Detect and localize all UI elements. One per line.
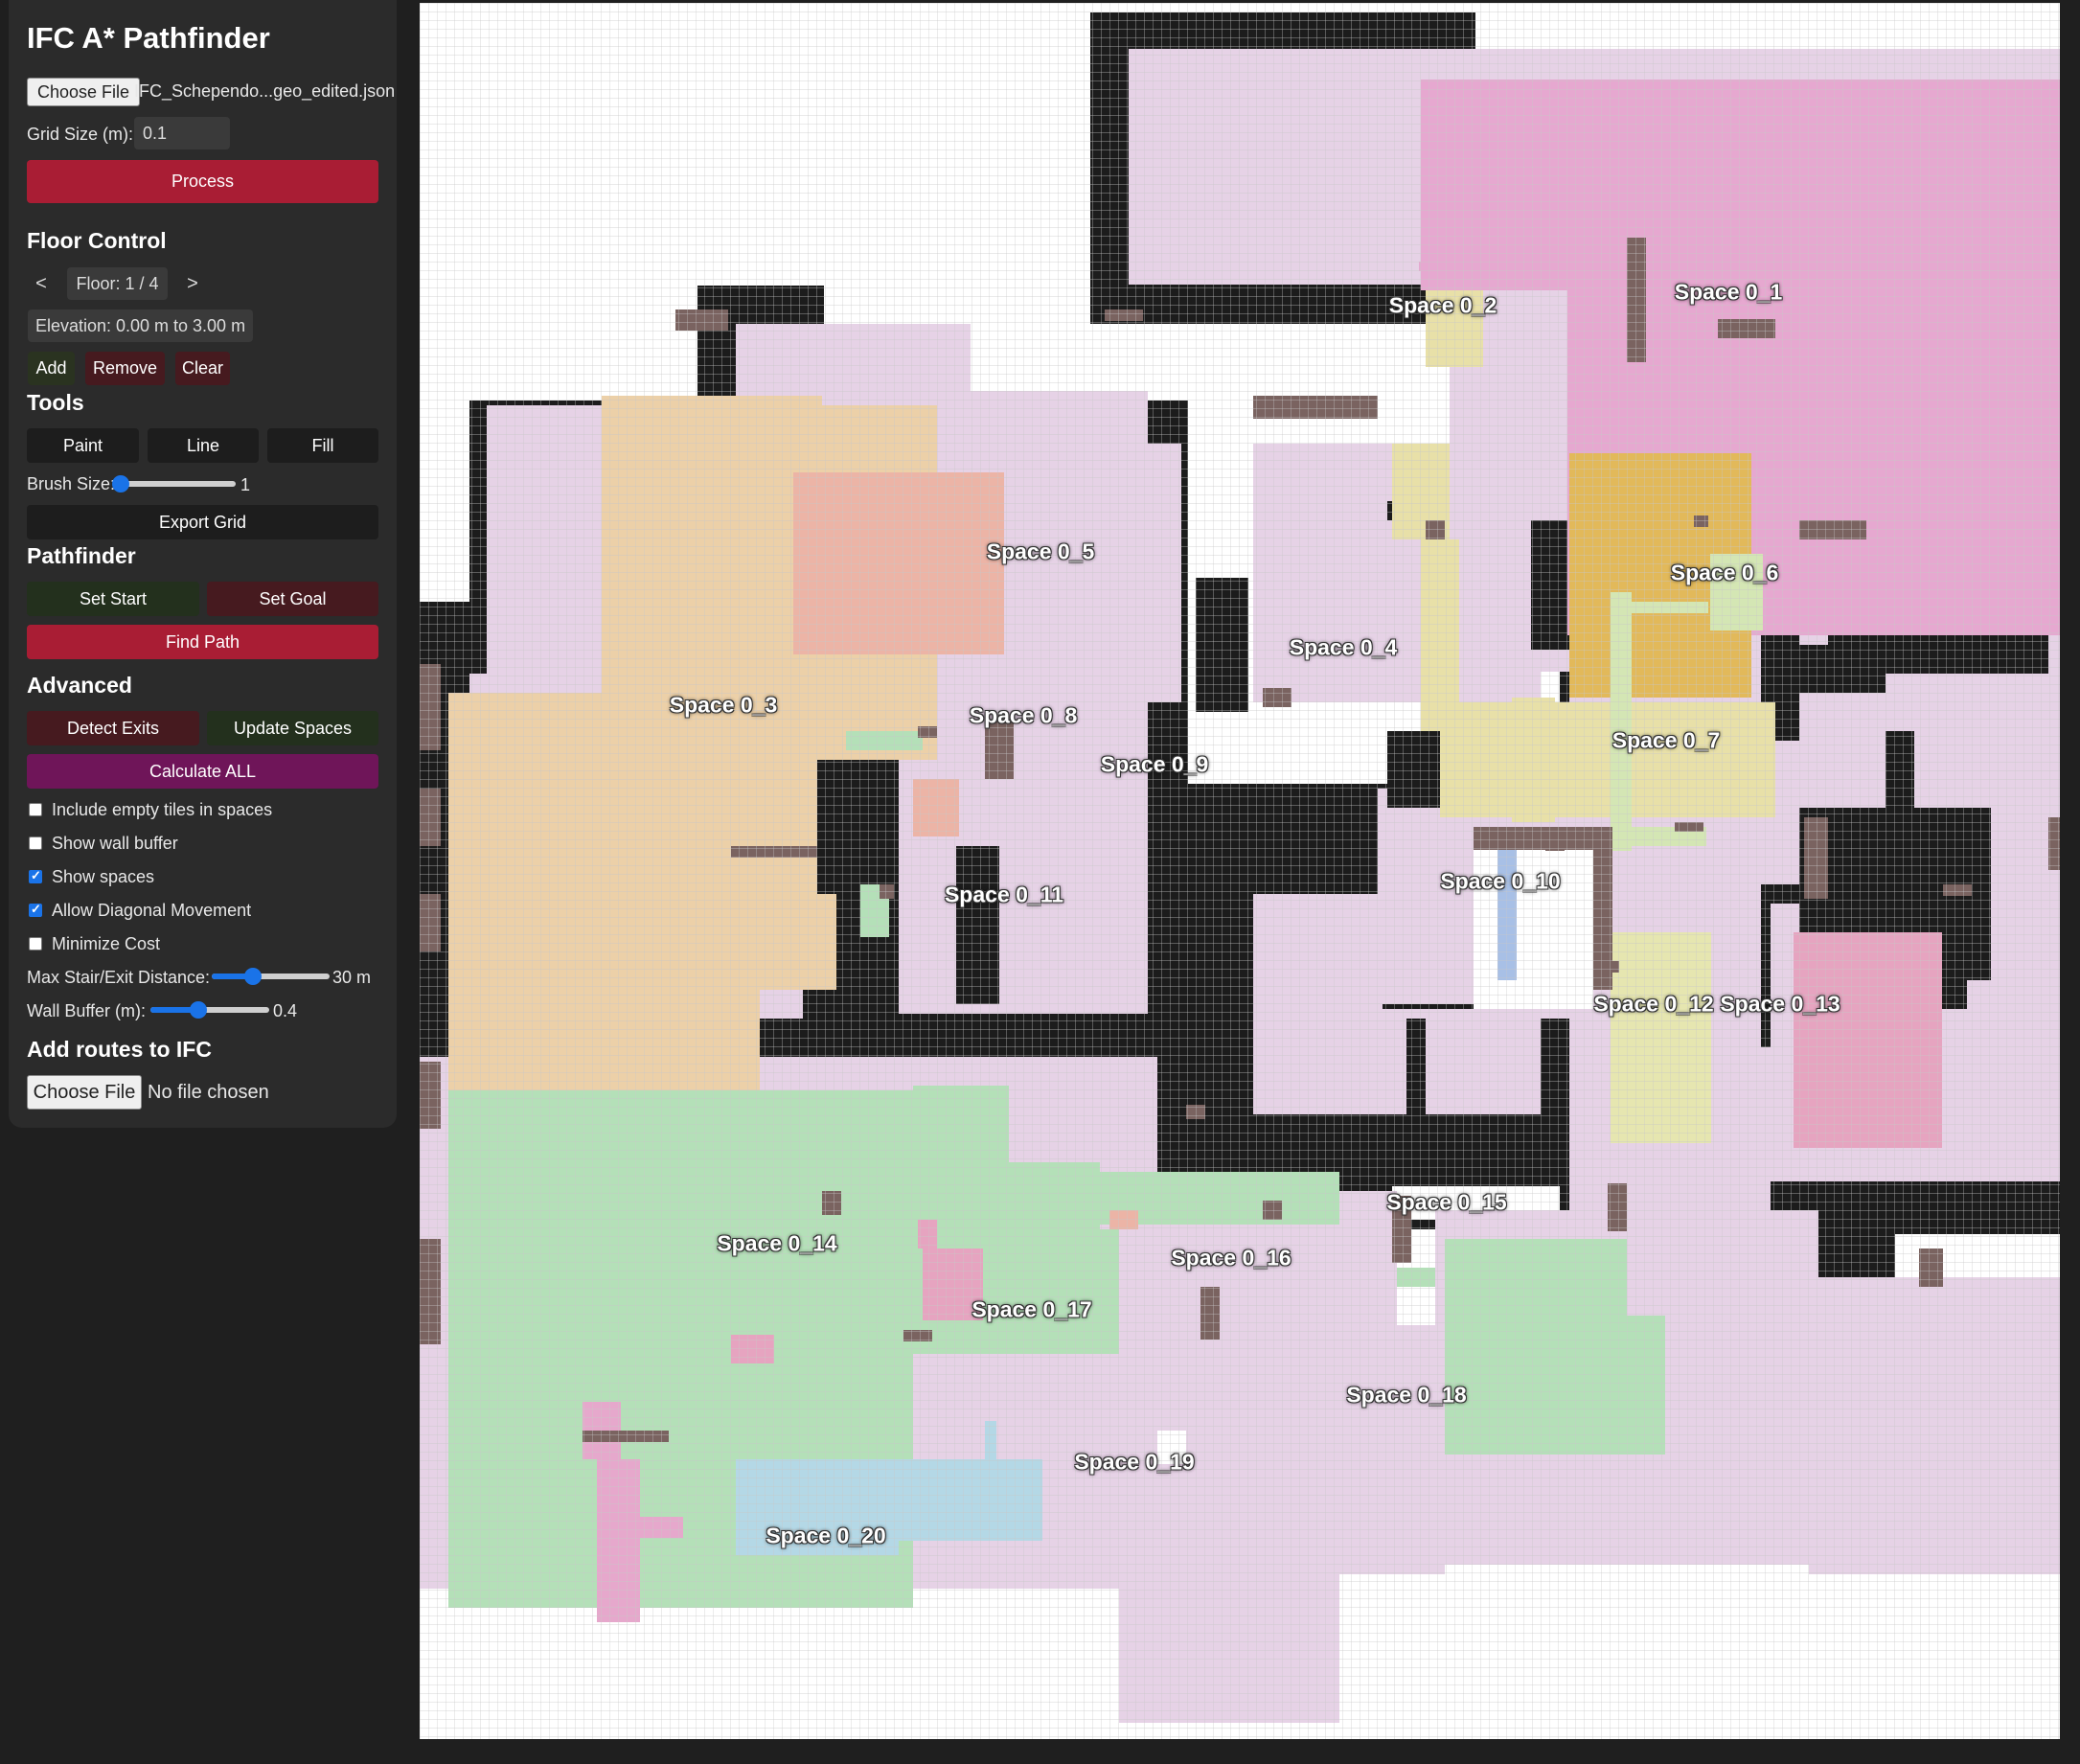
- space-label: Space 0_3: [669, 692, 778, 718]
- set-start-button[interactable]: Set Start: [27, 582, 199, 616]
- max-stair-knob[interactable]: [244, 968, 263, 985]
- clear-floor-button[interactable]: Clear: [175, 352, 230, 385]
- calculate-all-button[interactable]: Calculate ALL: [27, 754, 378, 789]
- space-label: Space 0_5: [986, 538, 1095, 564]
- wall-buffer-slider[interactable]: [150, 1001, 269, 1019]
- option-checkbox[interactable]: [29, 902, 42, 917]
- set-goal-button[interactable]: Set Goal: [207, 582, 378, 616]
- space-label: Space 0_15: [1386, 1189, 1507, 1215]
- floor-plan[interactable]: [420, 3, 2060, 1739]
- update-spaces-button[interactable]: Update Spaces: [207, 711, 378, 745]
- routes-file-status: No file chosen: [148, 1082, 269, 1103]
- space-label: Space 0_6: [1670, 560, 1779, 585]
- export-grid-button[interactable]: Export Grid: [27, 505, 378, 539]
- floor-control-heading: Floor Control: [27, 228, 167, 253]
- option-row[interactable]: [29, 902, 42, 917]
- space-label: Space 0_8: [969, 702, 1078, 728]
- space-label: Space 0_7: [1611, 727, 1721, 753]
- fill-tool-button[interactable]: Fill: [267, 428, 378, 463]
- option-checkbox[interactable]: [29, 868, 42, 883]
- space-label: Space 0_19: [1074, 1449, 1195, 1475]
- choose-file-button[interactable]: Choose File: [27, 78, 140, 106]
- space-label: Space 0_17: [971, 1296, 1092, 1322]
- wall-buffer-value: 0.4: [273, 1001, 298, 1020]
- line-tool-button[interactable]: Line: [148, 428, 259, 463]
- option-checkbox[interactable]: [29, 937, 42, 951]
- elevation-indicator: Elevation: 0.00 m to 3.00 m: [28, 309, 253, 342]
- detect-exits-button[interactable]: Detect Exits: [27, 711, 199, 745]
- space-label: Space 0_2: [1388, 292, 1497, 318]
- option-label: Include empty tiles in spaces: [52, 800, 273, 819]
- option-label: Show spaces: [52, 867, 155, 886]
- max-stair-value: 30 m: [332, 968, 372, 987]
- remove-floor-button[interactable]: Remove: [85, 352, 165, 385]
- space-label: Space 0_16: [1171, 1245, 1291, 1271]
- space-label: Space 0_13: [1720, 991, 1840, 1017]
- prev-floor-button[interactable]: <: [31, 269, 52, 298]
- option-row[interactable]: [29, 803, 42, 816]
- control-panel: IFC A* Pathfinder Choose File IFC_Schepe…: [9, 0, 397, 1128]
- max-stair-slider[interactable]: [212, 968, 330, 985]
- routes-choose-file-button[interactable]: Choose File: [27, 1075, 142, 1110]
- brush-size-value: 1: [240, 475, 251, 494]
- tools-heading: Tools: [27, 390, 84, 415]
- option-checkbox[interactable]: [29, 836, 42, 850]
- app-title: IFC A* Pathfinder: [27, 21, 270, 55]
- space-label: Space 0_4: [1289, 634, 1398, 660]
- option-label: Show wall buffer: [52, 834, 178, 853]
- wall-buffer-knob[interactable]: [189, 1001, 207, 1019]
- advanced-heading: Advanced: [27, 673, 132, 698]
- process-button[interactable]: Process: [27, 160, 378, 203]
- wall-buffer-label: Wall Buffer (m):: [27, 1001, 147, 1020]
- option-checkbox[interactable]: [29, 803, 42, 816]
- space-label: Space 0_14: [717, 1230, 837, 1256]
- option-row[interactable]: [29, 836, 42, 850]
- brush-size-label: Brush Size:: [27, 474, 116, 493]
- option-label: Minimize Cost: [52, 934, 161, 953]
- space-label: Space 0_1: [1674, 279, 1783, 305]
- grid-lines: [420, 3, 2060, 1739]
- option-row[interactable]: [29, 937, 42, 951]
- find-path-button[interactable]: Find Path: [27, 625, 378, 659]
- space-label: Space 0_12: [1593, 991, 1714, 1017]
- option-row[interactable]: [29, 868, 42, 883]
- next-floor-button[interactable]: >: [182, 269, 203, 298]
- space-label: Space 0_20: [766, 1523, 886, 1548]
- grid-size-input[interactable]: [134, 117, 230, 149]
- routes-heading: Add routes to IFC: [27, 1037, 212, 1062]
- max-stair-label: Max Stair/Exit Distance:: [27, 968, 211, 987]
- space-label: Space 0_10: [1440, 868, 1561, 894]
- option-label: Allow Diagonal Movement: [52, 901, 252, 920]
- space-label: Space 0_11: [944, 882, 1064, 907]
- floor-indicator: Floor: 1 / 4: [67, 267, 168, 300]
- space-label: Space 0_18: [1346, 1382, 1467, 1408]
- paint-tool-button[interactable]: Paint: [27, 428, 139, 463]
- grid-size-label: Grid Size (m):: [27, 125, 134, 144]
- brush-size-knob[interactable]: [112, 475, 129, 493]
- add-floor-button[interactable]: Add: [28, 352, 75, 385]
- file-name: IFC_Schependo...geo_edited.json: [134, 81, 396, 101]
- pathfinder-heading: Pathfinder: [27, 543, 136, 568]
- space-label: Space 0_9: [1100, 751, 1209, 777]
- grid-canvas[interactable]: Space 0_1 Space 0_2 Space 0_3 Space 0_4 Spac…: [420, 3, 2060, 1739]
- brush-size-slider[interactable]: [112, 475, 236, 493]
